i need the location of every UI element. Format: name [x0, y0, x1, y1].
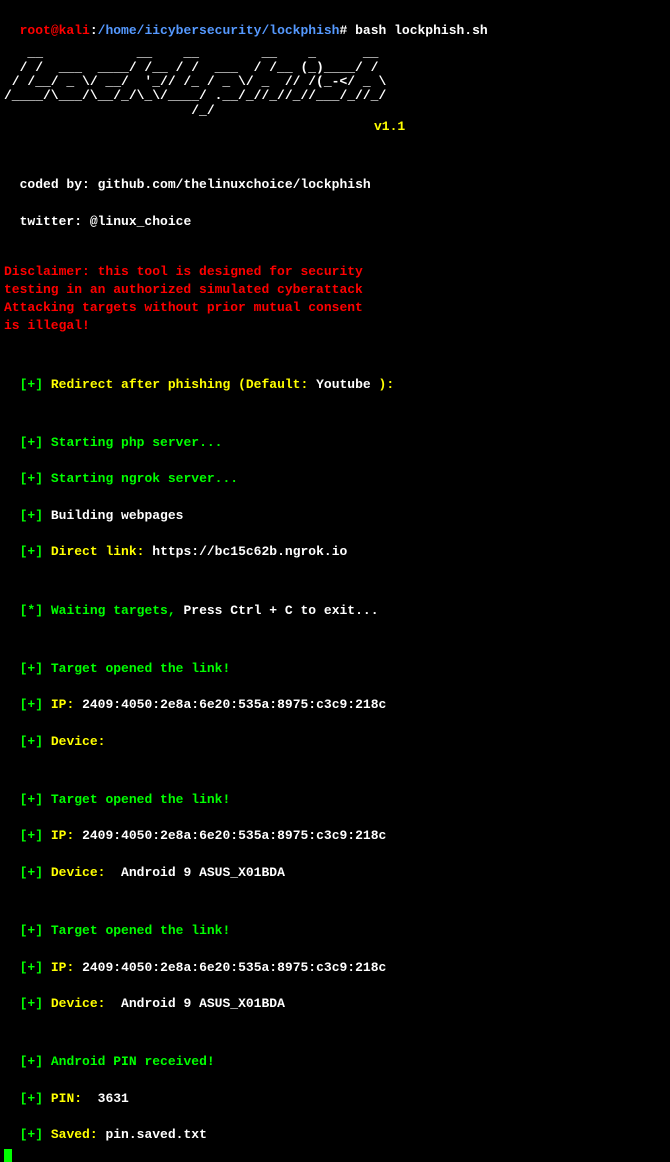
target-ip: [+] IP: 2409:4050:2e8a:6e20:535a:8975:c3… [4, 940, 666, 976]
plus-icon: + [27, 996, 35, 1011]
pin-saved: [+] Saved: pin.saved.txt [4, 1108, 666, 1144]
pin-value: [+] PIN: 3631 [4, 1072, 666, 1108]
plus-icon: + [27, 923, 35, 938]
prompt-user: root@kali [20, 23, 90, 38]
plus-icon: + [27, 1091, 35, 1106]
plus-icon: + [27, 1127, 35, 1142]
redirect-prompt[interactable]: [+] Redirect after phishing (Default: Yo… [4, 358, 666, 394]
cursor-icon [4, 1149, 12, 1162]
prompt-command[interactable]: bash lockphish.sh [355, 23, 488, 38]
target-opened: [+] Target opened the link! [4, 773, 666, 809]
target-ip: [+] IP: 2409:4050:2e8a:6e20:535a:8975:c3… [4, 678, 666, 714]
plus-icon: + [27, 1054, 35, 1069]
version-label: v1.1 [4, 118, 666, 136]
plus-icon: + [27, 865, 35, 880]
direct-link: [+] Direct link: https://bc15c62b.ngrok.… [4, 525, 666, 561]
disclaimer-line-3: Attacking targets without prior mutual c… [4, 299, 666, 317]
shell-prompt: root@kali:/home/iicybersecurity/lockphis… [4, 4, 666, 40]
credits-twitter: twitter: @linux_choice [4, 194, 666, 230]
ascii-logo: __ __ __ __ _ __ / / ___ ____/ /__ / / _… [4, 46, 666, 117]
target-device: [+] Device: Android 9 ASUS_X01BDA [4, 846, 666, 882]
target-opened: [+] Target opened the link! [4, 904, 666, 940]
status-ngrok: [+] Starting ngrok server... [4, 452, 666, 488]
target-opened: [+] Target opened the link! [4, 642, 666, 678]
waiting-targets: [*] Waiting targets, Press Ctrl + C to e… [4, 583, 666, 619]
cursor-line[interactable] [4, 1144, 666, 1162]
credits-codedby: coded by: github.com/thelinuxchoice/lock… [4, 158, 666, 194]
status-php: [+] Starting php server... [4, 416, 666, 452]
prompt-path: /home/iicybersecurity/lockphish [98, 23, 340, 38]
disclaimer-line-4: is illegal! [4, 317, 666, 335]
target-device: [+] Device: [4, 715, 666, 751]
disclaimer-line-2: testing in an authorized simulated cyber… [4, 281, 666, 299]
disclaimer-line-1: Disclaimer: this tool is designed for se… [4, 263, 666, 281]
target-device: [+] Device: Android 9 ASUS_X01BDA [4, 977, 666, 1013]
pin-received: [+] Android PIN received! [4, 1035, 666, 1071]
target-ip: [+] IP: 2409:4050:2e8a:6e20:535a:8975:c3… [4, 809, 666, 845]
status-build: [+] Building webpages [4, 489, 666, 525]
direct-link-url: https://bc15c62b.ngrok.io [152, 544, 347, 559]
plus-icon: + [27, 960, 35, 975]
